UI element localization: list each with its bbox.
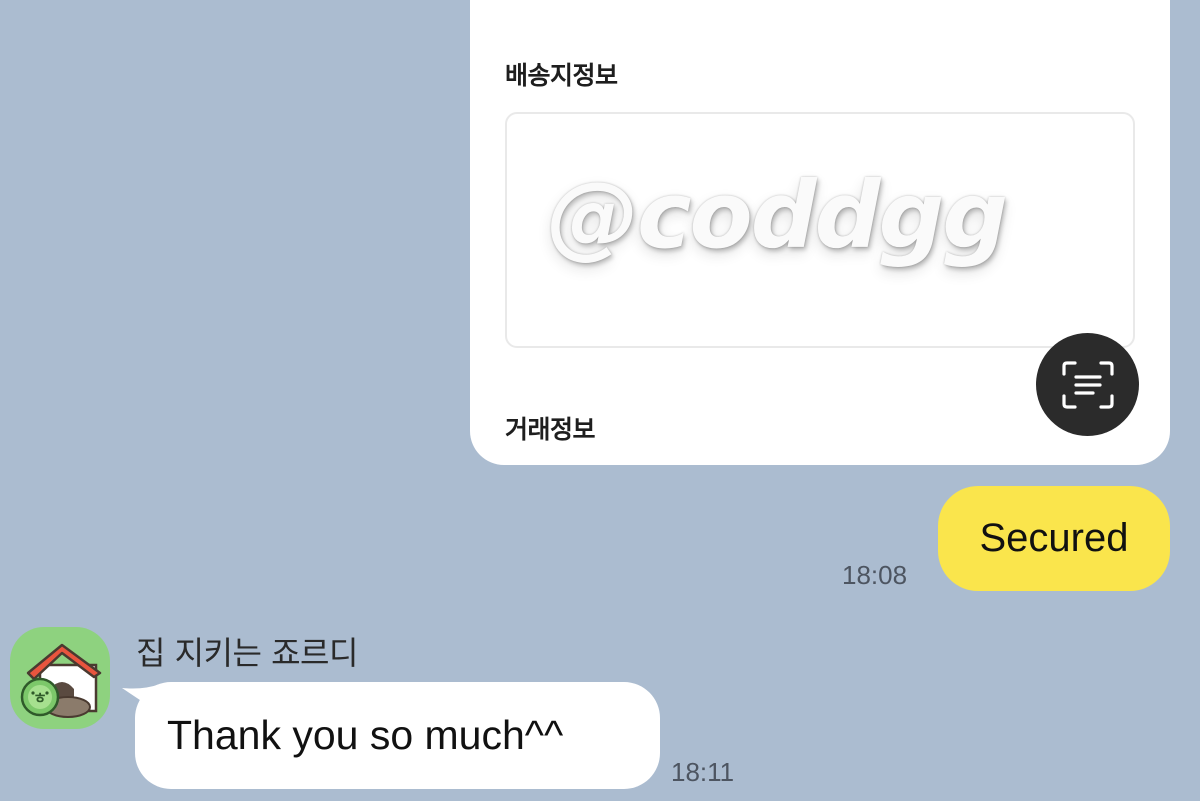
delivery-info-title: 배송지정보 <box>505 61 618 90</box>
watermark: @coddgg <box>547 162 1008 269</box>
my-message-bubble[interactable]: Secured <box>938 486 1170 591</box>
their-message-bubble[interactable]: Thank you so much^^ <box>135 682 660 789</box>
delivery-info-box: @coddgg <box>505 112 1135 348</box>
message-time: 18:11 <box>671 757 735 787</box>
sender-name: 집 지키는 죠르디 <box>136 634 358 672</box>
trade-info-title: 거래정보 <box>505 415 596 444</box>
svg-text:ㅎ: ㅎ <box>33 689 47 707</box>
doghouse-avatar-icon[interactable]: ㅎ <box>10 627 110 729</box>
text-scan-icon <box>1061 360 1114 409</box>
message-time: 18:08 <box>842 560 908 590</box>
text-scan-button[interactable] <box>1036 333 1139 436</box>
